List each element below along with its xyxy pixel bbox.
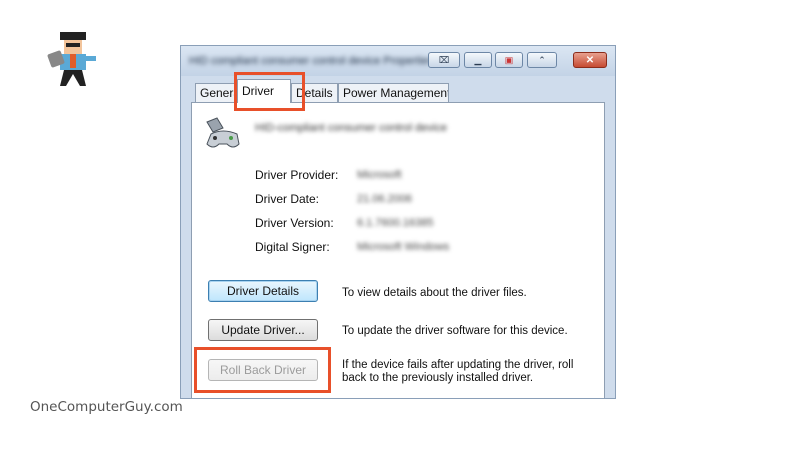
roll-back-highlight <box>194 347 331 393</box>
driver-date-value: 21.06.2006 <box>357 193 413 205</box>
close-button[interactable]: ✕ <box>573 52 607 68</box>
driver-details-button[interactable]: Driver Details <box>208 280 318 302</box>
digital-signer-label: Digital Signer: <box>255 240 330 254</box>
maximize-button[interactable]: ▣ <box>495 52 523 68</box>
roll-back-driver-description: If the device fails after updating the d… <box>342 359 574 384</box>
driver-date-label: Driver Date: <box>255 192 320 206</box>
device-gamepad-icon <box>206 117 240 148</box>
minimize-icon: ▁ <box>474 54 482 65</box>
update-driver-description: To update the driver software for this d… <box>342 325 568 337</box>
maximize-icon: ▣ <box>504 54 514 65</box>
digital-signer-value: Microsoft Windows <box>357 241 450 253</box>
watermark: OneComputerGuy.com <box>30 399 183 415</box>
close-icon: ✕ <box>585 54 595 66</box>
driver-provider-value: Microsoft <box>357 169 402 181</box>
collapse-button[interactable]: ⌃ <box>527 52 557 68</box>
device-name: HID-compliant consumer control device <box>255 122 447 134</box>
window-option-button[interactable]: ⌧ <box>428 52 460 68</box>
minimize-button[interactable]: ▁ <box>464 52 492 68</box>
driver-tab-highlight <box>234 72 305 111</box>
dialog-title: HID compliant consumer control device Pr… <box>189 55 434 67</box>
driver-version-value: 6.1.7600.16385 <box>357 217 434 229</box>
driver-version-label: Driver Version: <box>255 216 334 230</box>
driver-provider-label: Driver Provider: <box>255 168 339 182</box>
logo-mascot-icon <box>47 32 96 86</box>
tab-general[interactable]: General <box>195 83 237 102</box>
tab-power-management[interactable]: Power Management <box>338 83 449 102</box>
update-driver-button[interactable]: Update Driver... <box>208 319 318 341</box>
driver-details-description: To view details about the driver files. <box>342 287 527 299</box>
